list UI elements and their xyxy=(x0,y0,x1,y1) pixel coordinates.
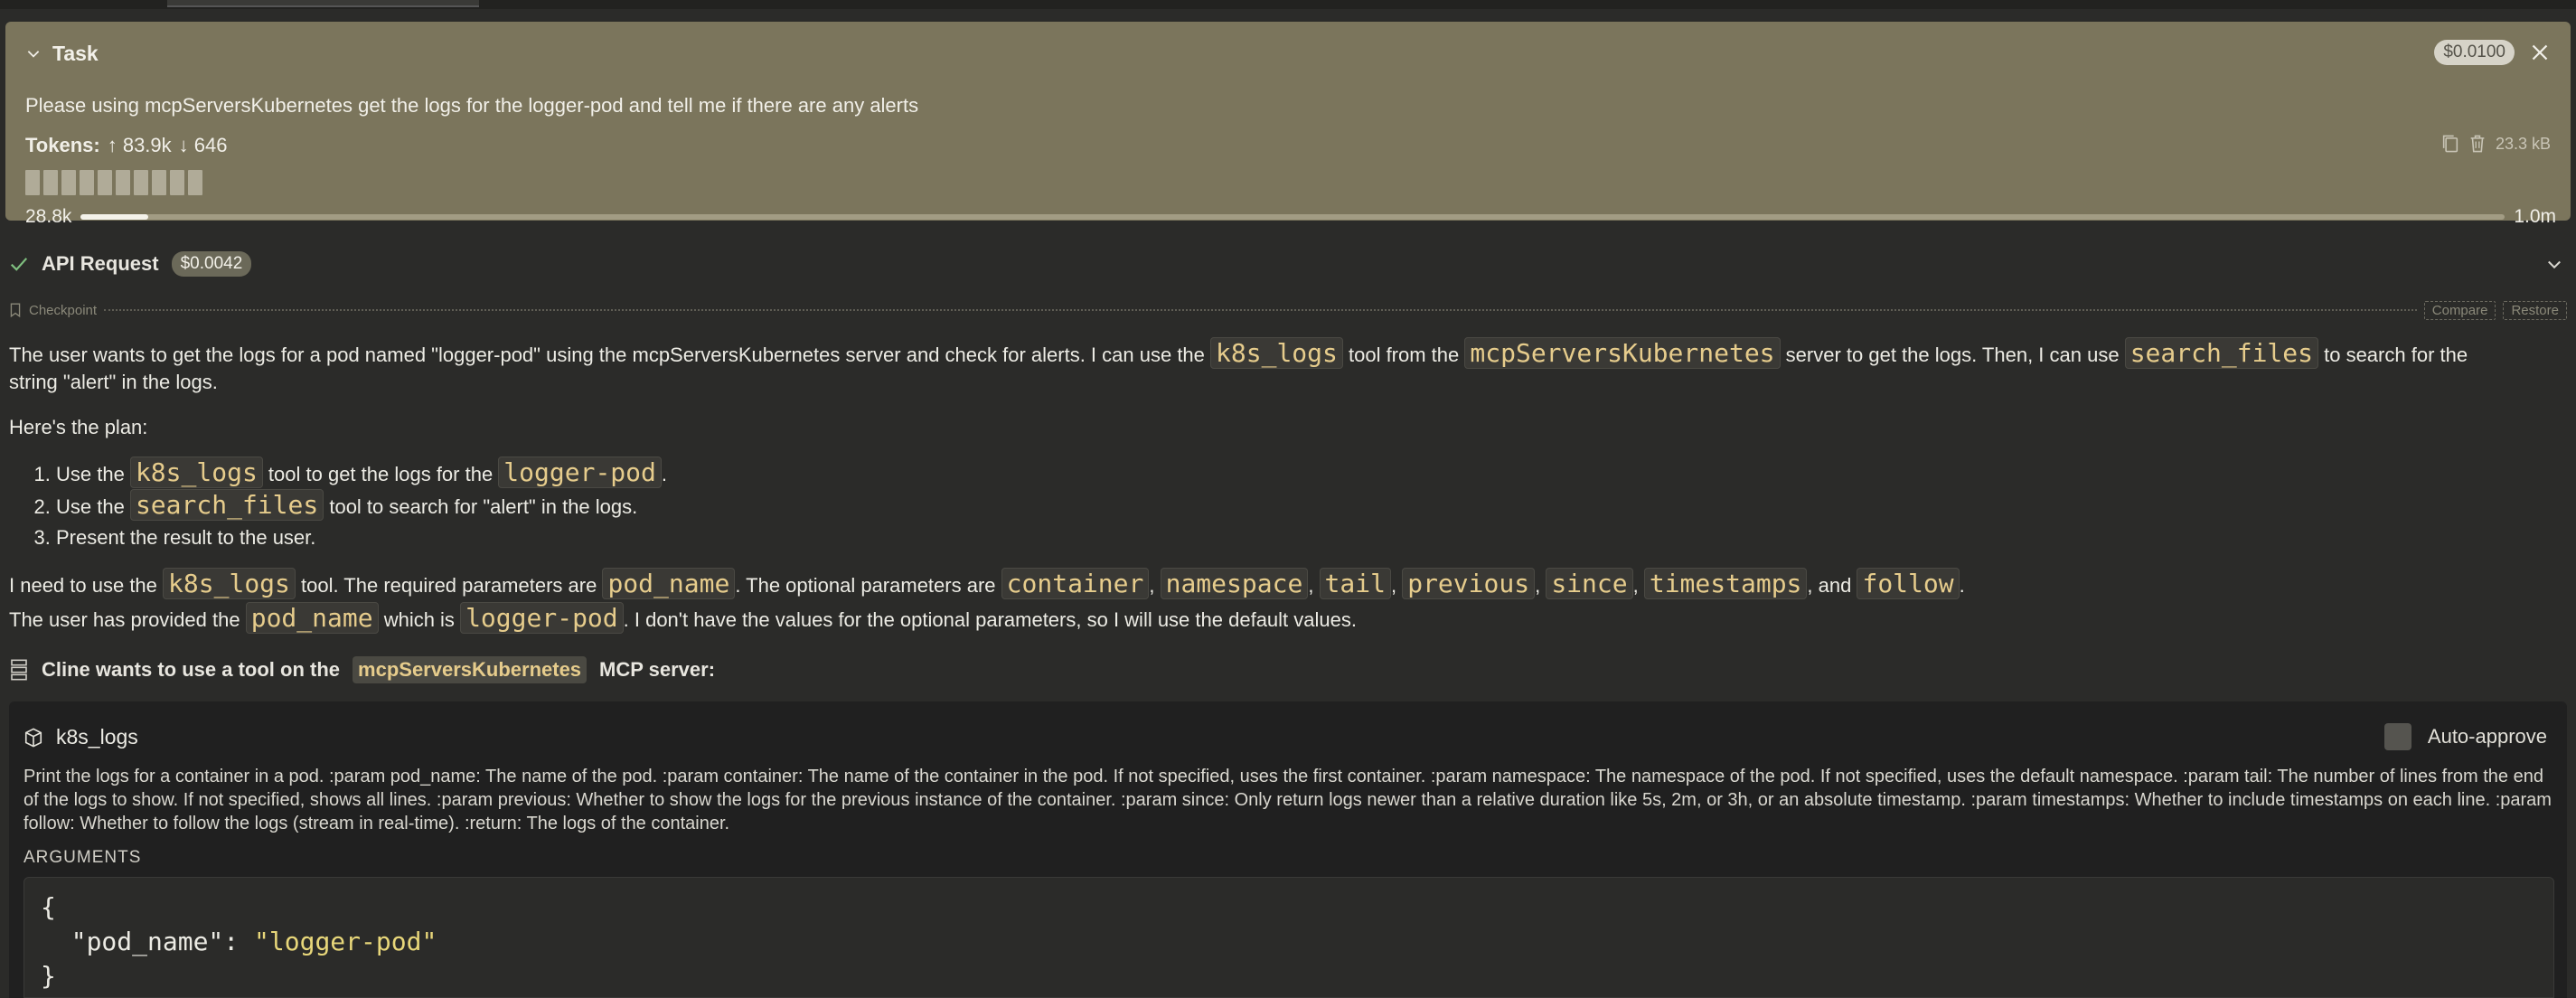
auto-approve-label: Auto-approve xyxy=(2427,725,2547,748)
context-block xyxy=(152,170,166,195)
auto-approve-toggle[interactable]: Auto-approve xyxy=(2383,723,2547,750)
api-request-row[interactable]: API Request $0.0042 xyxy=(9,251,252,277)
server-name: mcpServersKubernetes xyxy=(353,656,588,683)
inline-code: container xyxy=(1001,568,1150,599)
compare-button[interactable]: Compare xyxy=(2423,300,2496,320)
context-max: 1.0m xyxy=(2514,206,2556,227)
context-block xyxy=(25,170,40,195)
auto-approve-checkbox[interactable] xyxy=(2383,723,2411,750)
context-block xyxy=(98,170,112,195)
tool-card: k8s_logs Auto-approve Print the logs for… xyxy=(9,701,2567,998)
context-block xyxy=(188,170,202,195)
trash-icon[interactable] xyxy=(2468,134,2487,154)
inline-code: previous xyxy=(1402,568,1536,599)
message-paragraph-3: I need to use the k8s_logs tool. The req… xyxy=(9,568,1965,634)
context-block xyxy=(170,170,184,195)
inline-code: since xyxy=(1546,568,1633,599)
copy-icon[interactable] xyxy=(2441,134,2459,154)
checkpoint-divider xyxy=(104,309,2417,311)
context-progress-track xyxy=(80,214,2505,220)
inline-code: namespace xyxy=(1160,568,1309,599)
server-icon xyxy=(11,659,27,681)
context-used: 28.8k xyxy=(25,206,72,227)
list-item: Use the search_files tool to search for … xyxy=(56,489,667,523)
tool-request-suffix: MCP server: xyxy=(599,658,716,681)
active-editor-tab[interactable] xyxy=(167,0,479,7)
context-block xyxy=(43,170,58,195)
close-icon[interactable] xyxy=(2529,42,2551,63)
plan-list: Use the k8s_logs tool to get the logs fo… xyxy=(9,457,667,553)
arguments-code-block: { "pod_name": "logger-pod" } xyxy=(24,877,2554,998)
task-cost-badge: $0.0100 xyxy=(2434,40,2515,65)
task-panel: Task $0.0100 Please using mcpServersKube… xyxy=(5,22,2571,227)
check-icon xyxy=(10,258,28,271)
tool-name: k8s_logs xyxy=(56,725,138,748)
context-block xyxy=(80,170,94,195)
inline-code: k8s_logs xyxy=(163,568,296,599)
context-window: 28.8k 1.0m xyxy=(25,204,2556,230)
task-text: Please using mcpServersKubernetes get th… xyxy=(25,94,919,117)
list-item: Use the k8s_logs tool to get the logs fo… xyxy=(56,457,667,490)
context-block xyxy=(134,170,148,195)
tool-request-prefix: Cline wants to use a tool on the xyxy=(42,658,341,681)
api-request-cost: $0.0042 xyxy=(171,251,252,277)
tool-request-header: Cline wants to use a tool on the mcpServ… xyxy=(9,656,715,683)
tokens-down: ↓ 646 xyxy=(178,134,228,156)
context-blocks xyxy=(25,170,202,195)
package-icon xyxy=(24,727,42,748)
context-block xyxy=(116,170,130,195)
inline-code: pod_name xyxy=(245,602,379,634)
inline-code: search_files xyxy=(2124,337,2318,369)
task-size: 23.3 kB xyxy=(2495,134,2551,153)
context-block xyxy=(61,170,76,195)
restore-button[interactable]: Restore xyxy=(2503,300,2567,320)
message-paragraph-1: The user wants to get the logs for a pod… xyxy=(9,337,2468,393)
tokens-up: ↑ 83.9k xyxy=(107,134,172,156)
task-header[interactable]: Task xyxy=(25,40,99,67)
tool-description: Print the logs for a container in a pod.… xyxy=(24,767,2552,833)
api-request-title: API Request xyxy=(42,252,159,275)
chevron-down-icon[interactable] xyxy=(2545,255,2563,273)
token-usage: Tokens: ↑ 83.9k ↓ 646 xyxy=(25,134,227,157)
inline-code: tail xyxy=(1319,568,1391,599)
chevron-down-icon[interactable] xyxy=(25,45,42,61)
list-item: Present the result to the user. xyxy=(56,523,667,553)
inline-code: logger-pod xyxy=(460,602,624,634)
checkpoint-label: Checkpoint xyxy=(29,302,98,318)
inline-code: k8s_logs xyxy=(1210,337,1343,369)
task-tools: 23.3 kB xyxy=(2441,134,2551,154)
tokens-label: Tokens: xyxy=(25,134,100,156)
bookmark-icon xyxy=(10,303,21,317)
inline-code: logger-pod xyxy=(498,457,662,488)
inline-code: timestamps xyxy=(1643,568,1808,599)
inline-code: follow xyxy=(1857,568,1960,599)
tool-header: k8s_logs xyxy=(24,725,138,749)
inline-code: search_files xyxy=(129,489,324,521)
inline-code: k8s_logs xyxy=(129,457,263,488)
message-paragraph-2: Here's the plan: xyxy=(9,416,148,438)
arguments-label: ARGUMENTS xyxy=(24,848,142,867)
inline-code: pod_name xyxy=(602,568,736,599)
inline-code: mcpServersKubernetes xyxy=(1464,337,1781,369)
task-title: Task xyxy=(52,41,99,65)
top-tab-bar xyxy=(0,0,2576,9)
checkpoint-row: Checkpoint Compare Restore xyxy=(9,300,2567,320)
context-progress-fill xyxy=(80,214,149,220)
